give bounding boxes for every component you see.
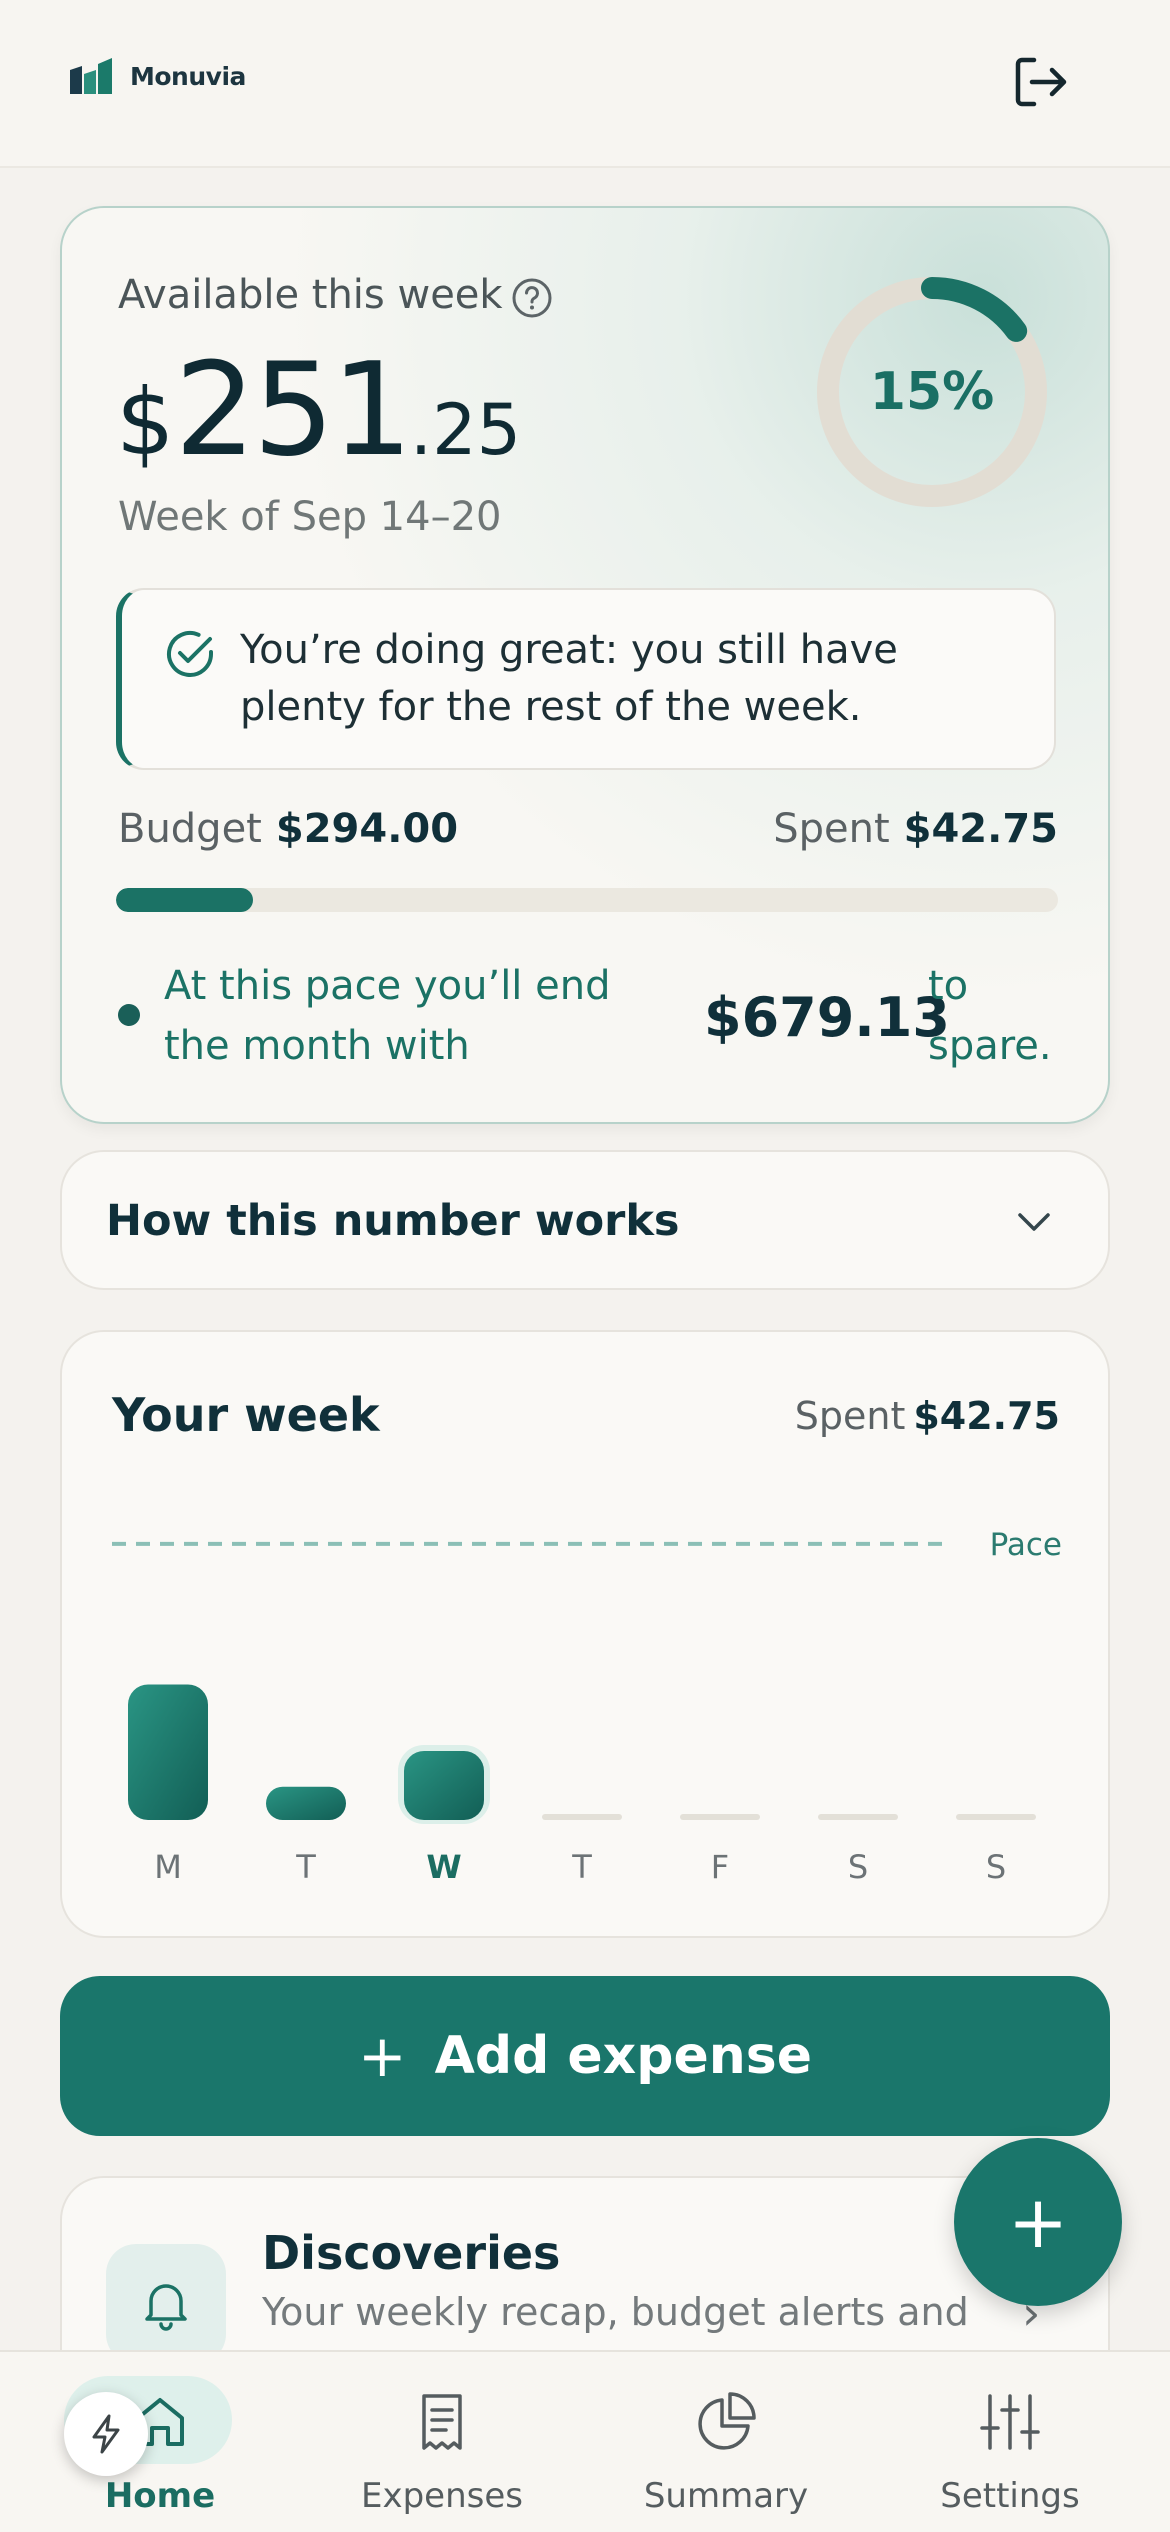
bar-5 <box>818 1814 898 1820</box>
nav-home-label: Home <box>104 2476 216 2516</box>
check-circle-icon <box>167 631 213 677</box>
spent-label: Spent <box>773 806 890 852</box>
tick-label-3: T <box>571 1848 592 1886</box>
pace-indicator-dot <box>118 1004 140 1026</box>
add-expense-label: Add expense <box>434 2026 812 2086</box>
budget-summary-row: Budget $294.00 Spent $42.75 <box>118 806 1058 852</box>
nav-summary-label: Summary <box>643 2476 809 2516</box>
week-range: Week of Sep 14–20 <box>118 494 502 540</box>
lightning-icon <box>92 2414 120 2454</box>
add-expense-button[interactable]: + Add expense <box>60 1976 1110 2136</box>
chevron-down-icon <box>1018 1213 1050 1231</box>
question-circle-icon[interactable] <box>510 276 554 320</box>
nav-settings[interactable]: Settings <box>900 2352 1120 2532</box>
bar-2 <box>404 1750 484 1820</box>
callout-text: You’re doing great: you still have plent… <box>240 627 898 730</box>
ring-percent-label: 15% <box>869 362 995 422</box>
monuvia-logo-icon <box>70 58 112 94</box>
budget-label: Budget <box>118 806 262 852</box>
pace-tail: to spare. <box>928 963 1052 1069</box>
tick-label-1: T <box>295 1848 316 1886</box>
tick-label-6: S <box>986 1848 1006 1886</box>
how-number-works-accordion[interactable]: How this number works <box>60 1150 1110 1290</box>
tick-label-4: F <box>711 1848 729 1886</box>
bar-6 <box>956 1814 1036 1820</box>
your-week-card: Your week Spent $42.75 Pace M T W T F S S <box>60 1330 1110 1938</box>
bar-4 <box>680 1814 760 1820</box>
tick-label-0: M <box>154 1848 182 1886</box>
status-callout: You’re doing great: you still have plent… <box>116 588 1056 770</box>
spent-value: $42.75 <box>903 806 1058 852</box>
pace-line-label: Pace <box>990 1527 1062 1563</box>
budget-progress-bar <box>116 888 1058 912</box>
discoveries-subtitle: Your weekly recap, budget alerts and <box>262 2290 969 2334</box>
available-amount: $ 251 .25 <box>116 336 521 485</box>
weekly-spending-chart: Pace M T W T F S S <box>112 1527 1062 1886</box>
app-header: Monuvia <box>0 0 1170 168</box>
logout-icon[interactable] <box>1008 50 1072 114</box>
bar-1 <box>266 1786 346 1820</box>
weekly-available-card: Available this week $ 251 .25 Week of Se… <box>60 206 1110 1124</box>
available-label: Available this week <box>118 272 503 318</box>
tick-label-2: W <box>426 1848 461 1886</box>
nav-summary[interactable]: Summary <box>616 2352 836 2532</box>
nav-expenses-label: Expenses <box>361 2476 523 2516</box>
spent-group: Spent $42.75 <box>773 806 1058 852</box>
amount-currency: $ <box>116 369 175 476</box>
bottom-navigation: Home Expenses Summary Settings <box>0 2350 1170 2532</box>
budget-value: $294.00 <box>275 806 459 852</box>
pie-chart-icon <box>698 2392 756 2450</box>
amount-decimal: .25 <box>409 389 522 471</box>
receipt-icon <box>422 2394 462 2450</box>
accordion-title: How this number works <box>106 1196 680 1246</box>
pace-amount: $679.13 <box>704 986 950 1049</box>
pace-text: At this pace you’ll end the month with <box>164 963 611 1069</box>
quick-add-fab[interactable]: + <box>954 2138 1122 2306</box>
sliders-icon <box>980 2394 1040 2450</box>
bell-icon <box>145 2284 187 2331</box>
plus-icon: + <box>358 2022 407 2090</box>
tick-label-5: S <box>848 1848 868 1886</box>
bar-3 <box>542 1814 622 1820</box>
quick-action-button[interactable] <box>64 2392 148 2476</box>
discoveries-icon-box <box>106 2244 226 2364</box>
bar-0 <box>128 1684 208 1820</box>
discoveries-title: Discoveries <box>262 2226 561 2280</box>
budget-progress-fill <box>116 888 253 912</box>
amount-integer: 251 <box>174 336 413 485</box>
app-name: Monuvia <box>130 61 246 91</box>
app-logo[interactable]: Monuvia <box>68 56 246 96</box>
nav-settings-label: Settings <box>940 2476 1080 2516</box>
nav-expenses[interactable]: Expenses <box>332 2352 552 2532</box>
